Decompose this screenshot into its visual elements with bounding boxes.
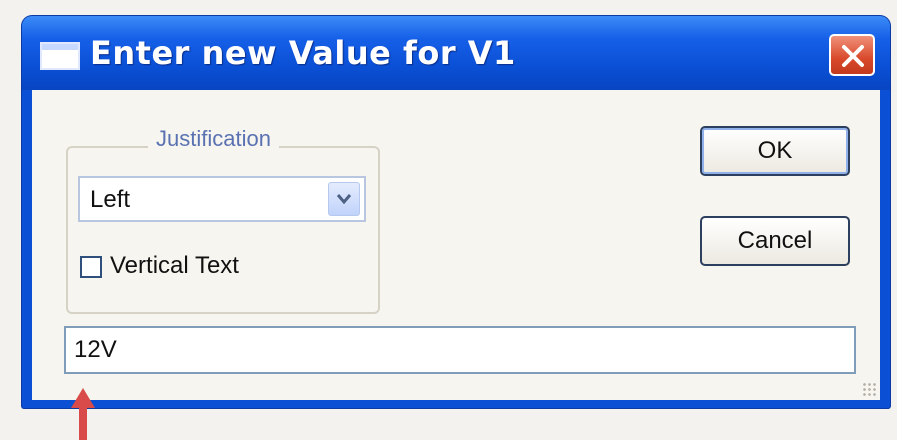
justification-group: Justification Left Vertical Text [66,126,380,314]
justification-group-label: Justification [148,126,279,152]
dialog-body: Justification Left Vertical Text OK Canc… [32,90,880,400]
title-bar[interactable]: Enter new Value for V1 [22,16,890,90]
justification-selected-value: Left [90,186,131,213]
value-input[interactable] [64,326,856,374]
dialog-title: Enter new Value for V1 [90,34,516,72]
close-icon [842,45,864,67]
dropdown-button[interactable] [328,182,360,216]
ok-button[interactable]: OK [700,126,850,176]
justification-dropdown[interactable]: Left [78,176,366,222]
resize-grip[interactable] [862,382,876,396]
chevron-down-icon [336,194,352,205]
dialog-window: Enter new Value for V1 Justification Lef… [22,16,890,408]
window-icon [40,42,80,70]
close-button[interactable] [829,34,875,76]
arrow-up-icon [71,388,95,440]
vertical-text-checkbox[interactable] [80,256,102,278]
vertical-text-label[interactable]: Vertical Text [110,252,239,280]
cancel-button[interactable]: Cancel [700,216,850,266]
